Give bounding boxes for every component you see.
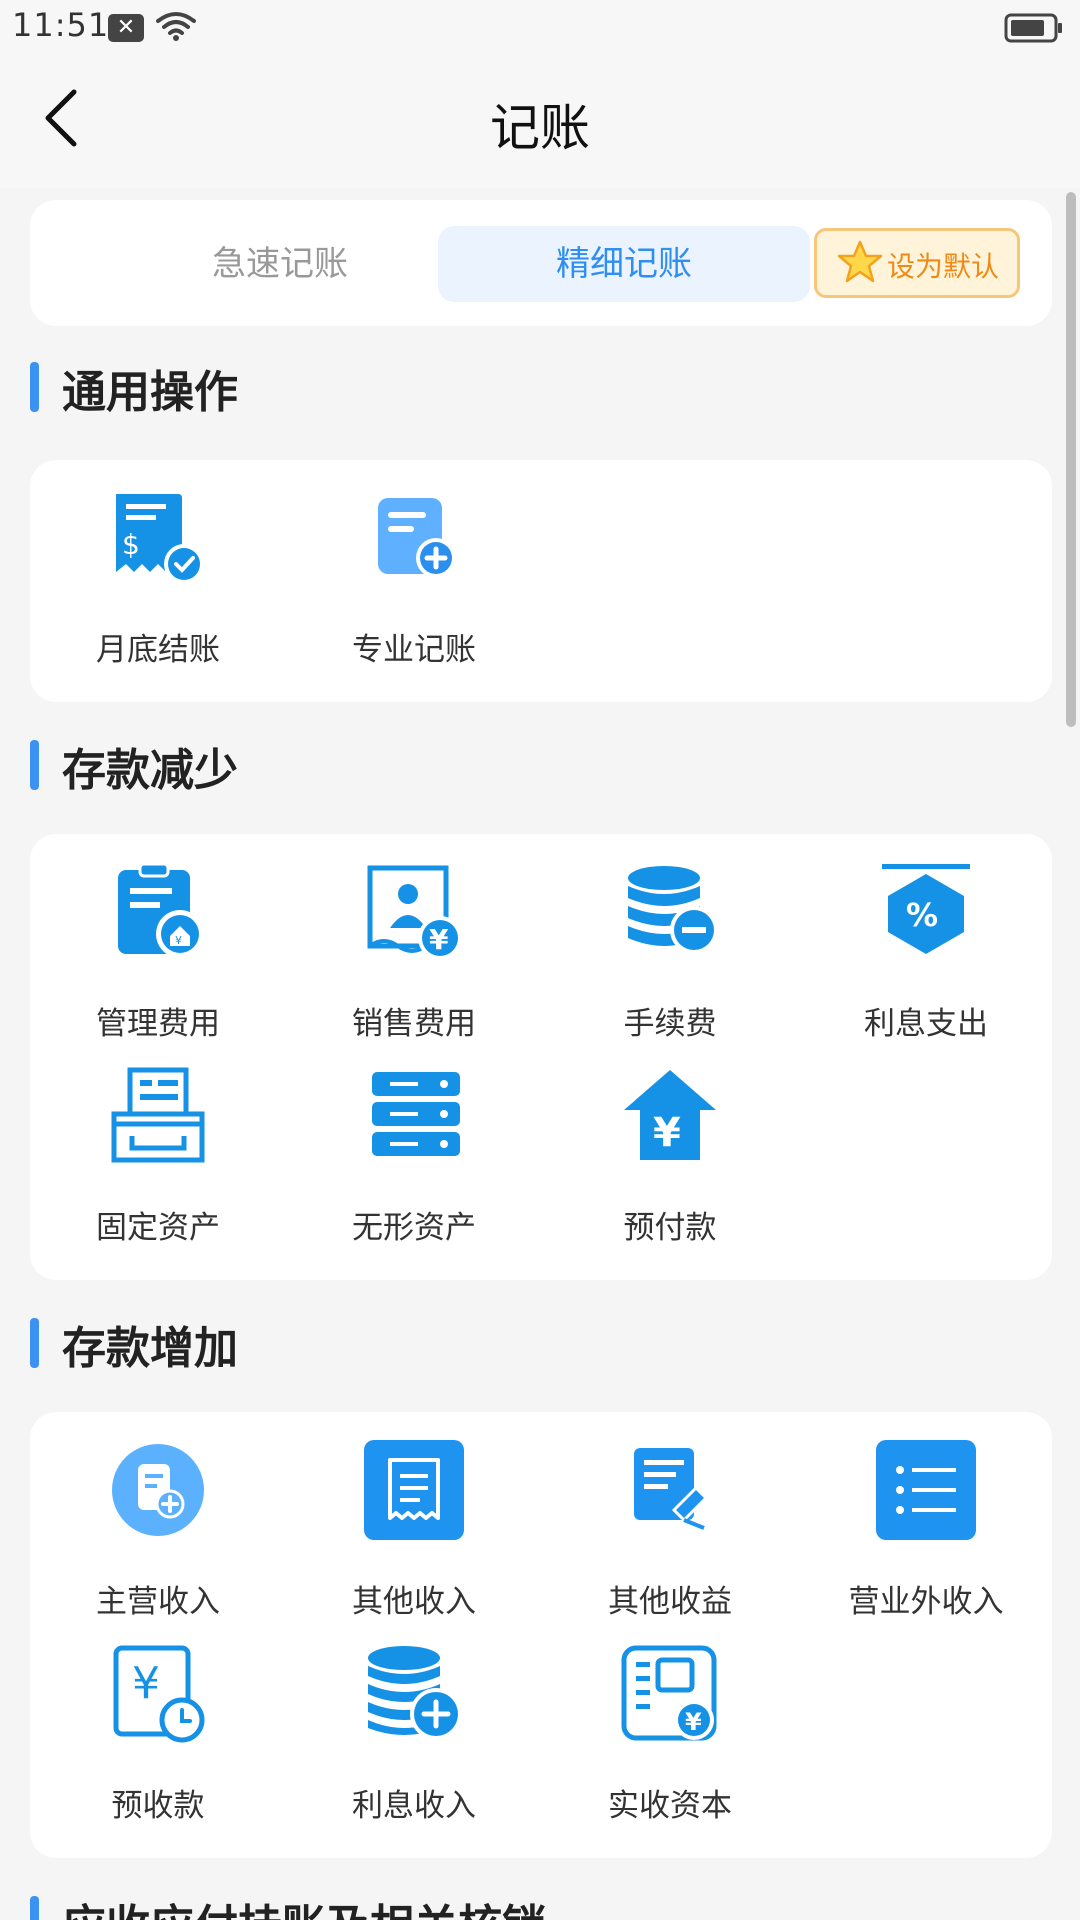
item-handling-fee[interactable]: 手续费	[542, 844, 798, 1044]
item-label: 固定资产	[96, 1210, 220, 1246]
section-accent-bar	[30, 1896, 39, 1920]
server-icon	[372, 1072, 460, 1156]
item-label: 销售费用	[352, 1006, 476, 1042]
item-interest-expense[interactable]: % 利息支出	[798, 844, 1054, 1044]
wifi-icon	[156, 12, 196, 41]
item-management-expense[interactable]: ¥ 管理费用	[30, 844, 286, 1044]
item-interest-income[interactable]: 利息收入	[286, 1626, 542, 1826]
item-label: 管理费用	[96, 1006, 220, 1042]
salesperson-yen-icon: ¥	[367, 865, 462, 960]
item-professional-bookkeeping[interactable]: 专业记账	[286, 470, 542, 670]
item-label: 利息收入	[352, 1788, 476, 1824]
item-label: 主营收入	[96, 1584, 220, 1620]
svg-text:¥: ¥	[685, 1708, 702, 1736]
list-icon	[876, 1440, 976, 1540]
section-accent-bar	[30, 362, 39, 412]
section-title-increase: 存款增加	[62, 1323, 238, 1374]
svg-text:$: $	[122, 528, 140, 561]
item-label: 月底结账	[96, 632, 220, 668]
coin-stack-minus-icon	[628, 866, 718, 954]
increase-card: 主营收入 其他收入 其他收益 营业外收入 ¥ 预收款 利息收入 ¥ 实收资本	[30, 1412, 1052, 1858]
section-title-general: 通用操作	[62, 367, 238, 418]
battery-icon	[1004, 13, 1062, 43]
scrollbar[interactable]	[1066, 192, 1076, 727]
item-label: 利息支出	[864, 1006, 988, 1042]
document-edit-icon	[634, 1448, 709, 1530]
item-non-operating-income[interactable]: 营业外收入	[798, 1422, 1054, 1622]
svg-text:¥: ¥	[132, 1658, 160, 1709]
document-add-icon	[378, 498, 456, 578]
item-label: 营业外收入	[848, 1584, 1004, 1620]
status-time: 11:51	[12, 6, 110, 44]
coin-stack-plus-icon	[368, 1646, 462, 1740]
item-month-end-closing[interactable]: $ 月底结账	[30, 470, 286, 670]
section-accent-bar	[30, 740, 39, 790]
item-intangible-assets[interactable]: 无形资产	[286, 1048, 542, 1248]
item-label: 其他收入	[352, 1584, 476, 1620]
clipboard-home-icon: ¥	[118, 862, 204, 958]
star-icon	[837, 240, 883, 283]
page-title: 记账	[490, 99, 590, 157]
item-other-income[interactable]: 其他收入	[286, 1422, 542, 1622]
general-card: $ 月底结账 专业记账	[30, 460, 1052, 702]
section-title-receivables: 应收应付挂账及相关核销	[62, 1890, 546, 1920]
item-label: 预收款	[111, 1788, 205, 1824]
house-yen-icon: ¥	[624, 1070, 716, 1160]
nav-bar: 记账	[0, 52, 1080, 188]
mode-tabs-card: 急速记账 精细记账 设为默认	[30, 200, 1052, 326]
receipt-check-icon: $	[116, 494, 204, 584]
item-paid-in-capital[interactable]: ¥ 实收资本	[542, 1626, 798, 1826]
notification-icon: ✕	[108, 14, 144, 42]
item-label: 其他收益	[608, 1584, 732, 1620]
item-label: 专业记账	[352, 632, 476, 668]
tab-quick[interactable]: 急速记账	[150, 226, 410, 302]
tab-fine[interactable]: 精细记账	[438, 226, 810, 302]
circle-document-add-icon	[112, 1444, 204, 1536]
item-prepayment[interactable]: ¥ 预付款	[542, 1048, 798, 1248]
set-default-button[interactable]: 设为默认	[814, 228, 1020, 298]
item-fixed-assets[interactable]: 固定资产	[30, 1048, 286, 1248]
svg-text:¥: ¥	[653, 1110, 681, 1156]
decrease-card: ¥ 管理费用 ¥ 销售费用 手续费 % 利息支出 固定资产 无形资产 ¥ 预付款	[30, 834, 1052, 1280]
svg-text:¥: ¥	[175, 934, 182, 947]
section-title-decrease: 存款减少	[62, 745, 238, 796]
percent-tag-icon: %	[882, 864, 970, 954]
item-main-revenue[interactable]: 主营收入	[30, 1422, 286, 1622]
receipt-icon	[364, 1440, 464, 1540]
set-default-label: 设为默认	[887, 250, 1000, 283]
item-label: 无形资产	[352, 1210, 476, 1246]
yen-clock-icon: ¥	[113, 1645, 205, 1743]
form-yen-icon: ¥	[621, 1645, 717, 1741]
item-sales-expense[interactable]: ¥ 销售费用	[286, 844, 542, 1044]
section-accent-bar	[30, 1318, 39, 1368]
item-label: 手续费	[623, 1006, 717, 1042]
svg-text:%: %	[906, 896, 938, 934]
item-other-gains[interactable]: 其他收益	[542, 1422, 798, 1622]
printer-icon	[111, 1067, 205, 1163]
item-label: 预付款	[623, 1210, 717, 1246]
item-advance-receipt[interactable]: ¥ 预收款	[30, 1626, 286, 1826]
status-bar: 11:51 ✕	[0, 0, 1080, 52]
svg-text:¥: ¥	[429, 923, 449, 956]
item-label: 实收资本	[608, 1788, 732, 1824]
